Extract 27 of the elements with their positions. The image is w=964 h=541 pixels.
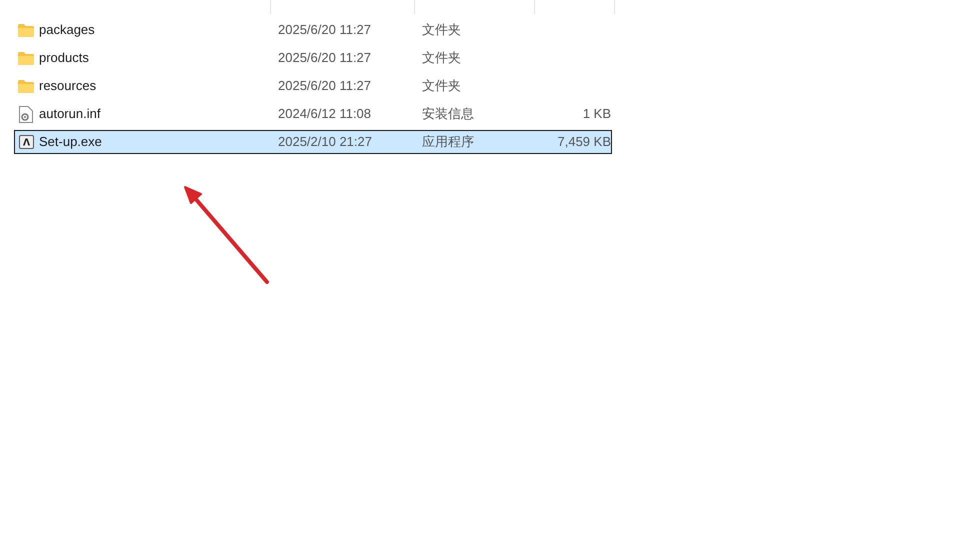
file-name: autorun.inf	[39, 105, 100, 124]
file-row[interactable]: resources 2025/6/20 11:27 文件夹	[14, 74, 612, 98]
modified-date: 2025/6/20 11:27	[277, 21, 372, 40]
folder-icon	[18, 52, 34, 64]
file-name: packages	[39, 21, 95, 40]
modified-date: 2025/6/20 11:27	[277, 77, 372, 96]
file-row[interactable]: packages 2025/6/20 11:27 文件夹	[14, 18, 612, 42]
file-type: 文件夹	[421, 49, 462, 68]
file-type: 文件夹	[421, 21, 462, 40]
folder-icon	[18, 24, 34, 36]
file-name: Set-up.exe	[39, 133, 102, 152]
modified-date: 2024/6/12 11:08	[277, 105, 372, 124]
file-type: 文件夹	[421, 77, 462, 96]
file-row[interactable]: autorun.inf 2024/6/12 11:08 安装信息 1 KB	[14, 102, 612, 126]
folder-icon	[18, 80, 34, 92]
application-icon	[18, 135, 34, 149]
settings-file-icon	[19, 106, 33, 122]
file-type: 安装信息	[421, 105, 475, 124]
file-size: 7,459 KB	[556, 133, 611, 152]
file-size: 1 KB	[582, 105, 611, 124]
modified-date: 2025/2/10 21:27	[277, 133, 373, 152]
file-type: 应用程序	[421, 133, 475, 152]
file-name: resources	[39, 77, 96, 96]
modified-date: 2025/6/20 11:27	[277, 49, 372, 68]
file-name: products	[39, 49, 89, 68]
file-row[interactable]: products 2025/6/20 11:27 文件夹	[14, 46, 612, 70]
file-row[interactable]: Set-up.exe 2025/2/10 21:27 应用程序 7,459 KB	[14, 130, 612, 154]
